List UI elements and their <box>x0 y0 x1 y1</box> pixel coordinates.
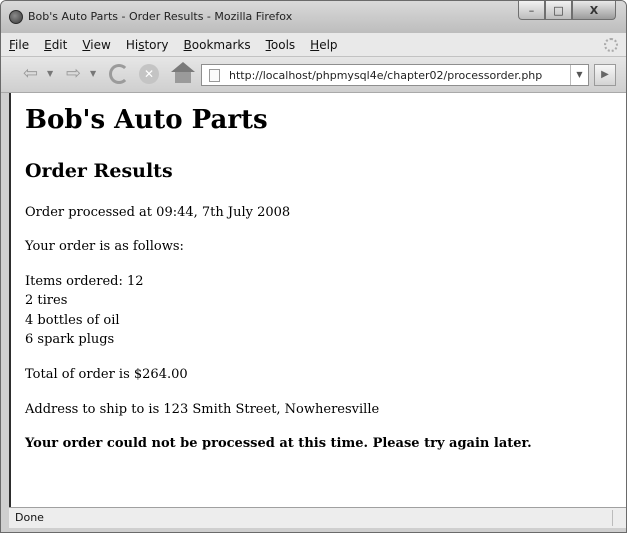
menu-history-pre: Hi <box>125 37 139 52</box>
menu-file-rest: ile <box>15 37 30 52</box>
window-controls: – □ X <box>518 1 616 23</box>
menu-tools[interactable]: Tools <box>266 38 296 52</box>
window-title: Bob's Auto Parts - Order Results - Mozil… <box>28 10 293 23</box>
home-icon-body <box>175 72 191 83</box>
navigation-toolbar: ⇦ ▼ ⇨ ▼ ✕ http://localhost/phpmysql4e/ch… <box>1 57 626 93</box>
menu-bar: File Edit View History Bookmarks Tools H… <box>1 33 626 57</box>
status-text: Done <box>15 511 44 524</box>
menu-edit-accel: E <box>44 37 52 52</box>
home-icon-roof <box>171 62 195 72</box>
address-bar[interactable]: http://localhost/phpmysql4e/chapter02/pr… <box>201 64 589 86</box>
menu-bookmarks[interactable]: Bookmarks <box>184 38 251 52</box>
back-history-dropdown-icon[interactable]: ▼ <box>47 69 53 78</box>
menu-view[interactable]: View <box>82 38 110 52</box>
maximize-button[interactable]: □ <box>545 1 572 20</box>
title-bar[interactable]: Bob's Auto Parts - Order Results - Mozil… <box>1 1 626 33</box>
back-arrow-icon[interactable]: ⇦ <box>23 65 38 83</box>
order-line-oil: 4 bottles of oil <box>25 313 120 328</box>
order-processed-text: Order processed at 09:44, 7th July 2008 <box>25 205 291 220</box>
close-button[interactable]: X <box>572 1 616 20</box>
order-line-tires: 2 tires <box>25 293 68 308</box>
firefox-icon <box>9 10 23 24</box>
status-bar: Done <box>9 507 626 528</box>
menu-tools-rest: ools <box>270 37 296 52</box>
page-subheading: Order Results <box>25 160 173 182</box>
home-icon[interactable] <box>171 62 195 84</box>
minimize-button[interactable]: – <box>518 1 545 20</box>
resize-grip-icon[interactable] <box>612 510 624 526</box>
url-text[interactable]: http://localhost/phpmysql4e/chapter02/pr… <box>229 69 542 82</box>
browser-window: Bob's Auto Parts - Order Results - Mozil… <box>0 0 627 533</box>
menu-view-rest: iew <box>90 37 111 52</box>
menu-help-rest: elp <box>319 37 338 52</box>
reload-icon[interactable] <box>109 64 129 84</box>
menu-edit-rest: dit <box>51 37 68 52</box>
shipping-address-text: Address to ship to is 123 Smith Street, … <box>25 402 380 417</box>
page-icon <box>209 69 220 82</box>
menu-help[interactable]: Help <box>310 38 337 52</box>
menu-history[interactable]: History <box>126 38 169 52</box>
menu-history-rest: tory <box>144 37 169 52</box>
stop-icon[interactable]: ✕ <box>139 64 159 84</box>
items-ordered-text: Items ordered: 12 <box>25 274 144 289</box>
forward-arrow-icon[interactable]: ⇨ <box>66 65 81 83</box>
menu-bookmarks-rest: ookmarks <box>191 37 251 52</box>
url-dropdown-icon[interactable]: ▼ <box>570 65 588 85</box>
forward-history-dropdown-icon[interactable]: ▼ <box>90 69 96 78</box>
order-total-text: Total of order is $264.00 <box>25 367 188 382</box>
go-arrow-icon[interactable]: ▶ <box>594 64 616 86</box>
page-heading: Bob's Auto Parts <box>25 105 268 135</box>
page-content: Bob's Auto Parts Order Results Order pro… <box>9 93 626 507</box>
menu-file[interactable]: File <box>9 38 29 52</box>
menu-bookmarks-accel: B <box>183 37 192 52</box>
menu-help-accel: H <box>310 37 320 52</box>
error-message: Your order could not be processed at thi… <box>25 436 532 451</box>
order-intro-text: Your order is as follows: <box>25 239 184 254</box>
order-line-spark-plugs: 6 spark plugs <box>25 332 115 347</box>
menu-edit[interactable]: Edit <box>44 38 67 52</box>
throbber-icon <box>604 38 618 52</box>
